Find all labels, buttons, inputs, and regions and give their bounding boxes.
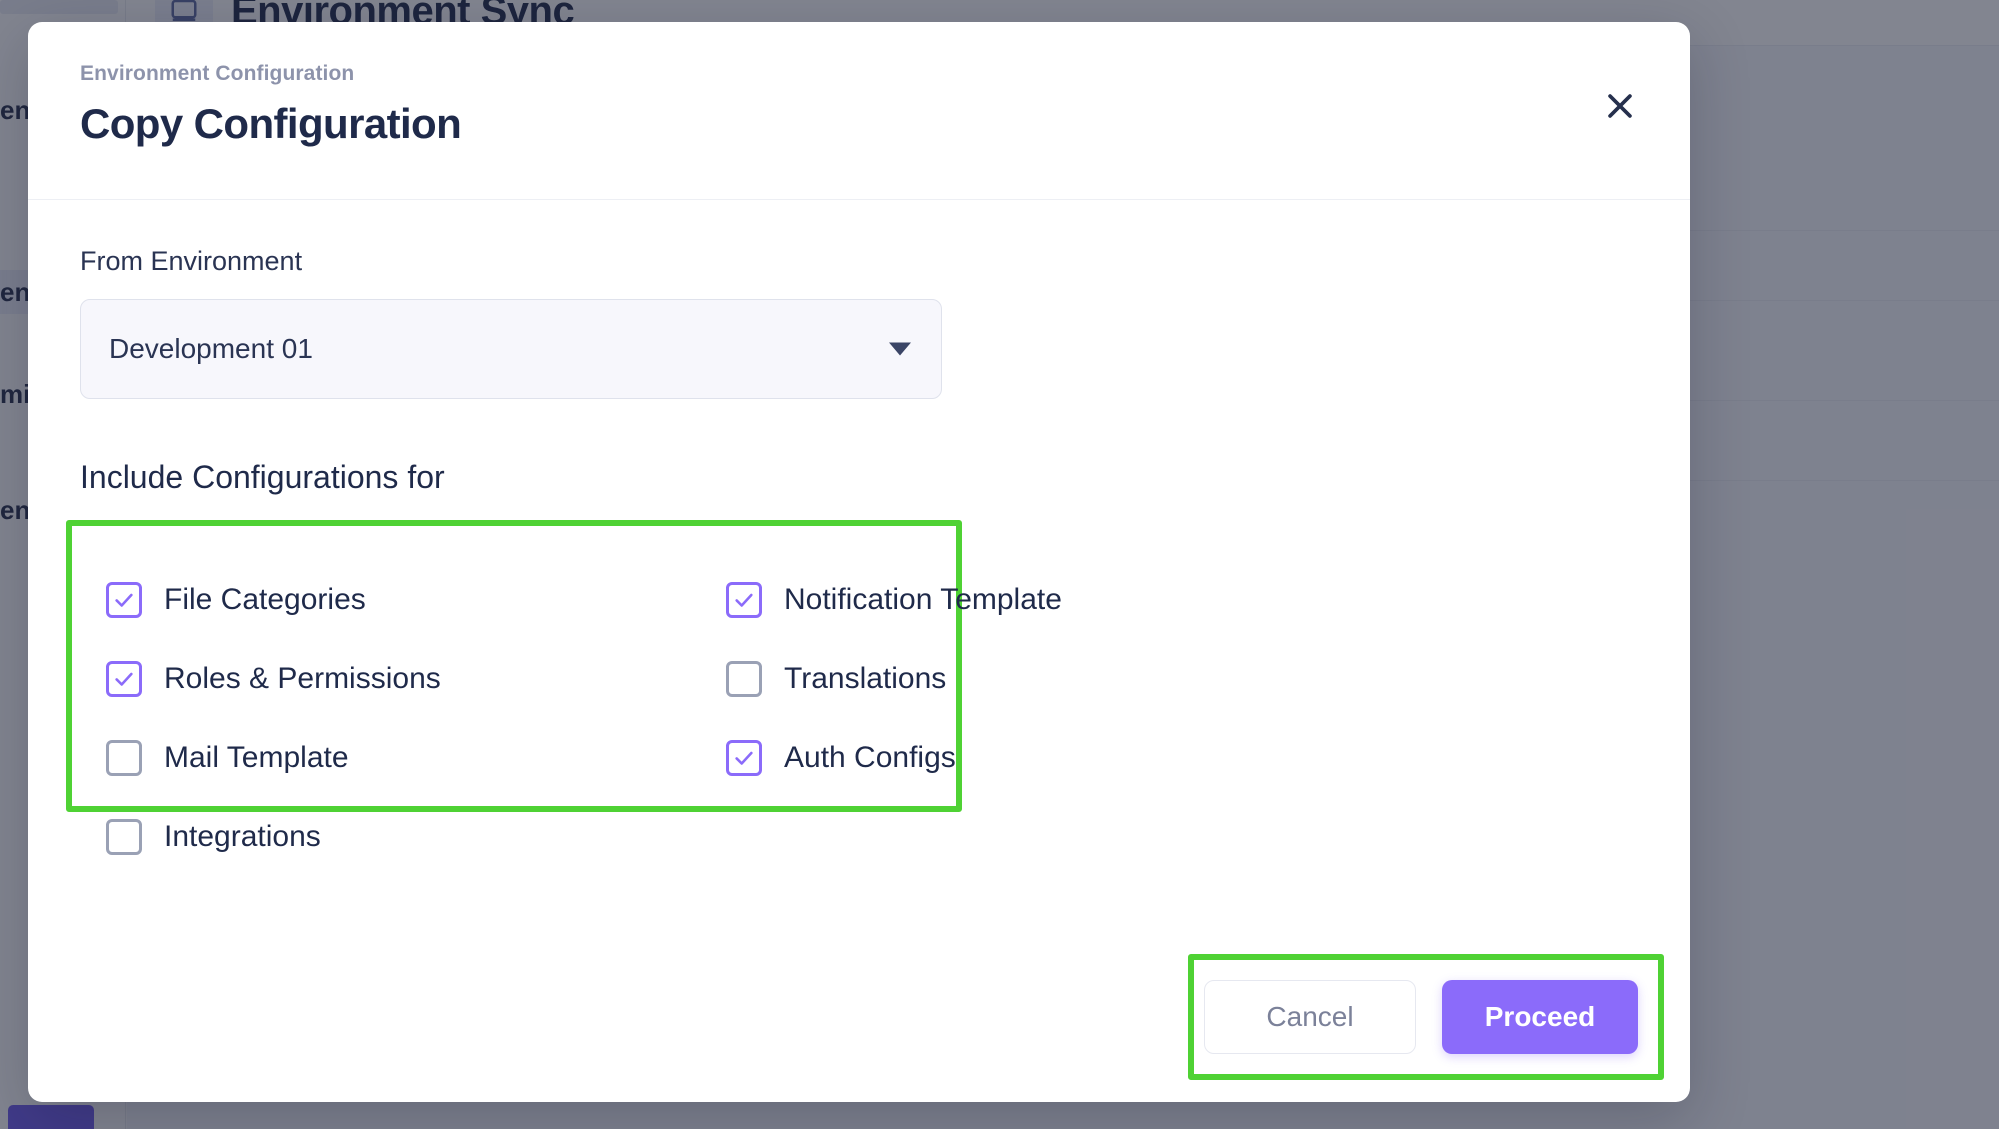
from-environment-selected-value: Development 01	[109, 333, 313, 364]
close-icon[interactable]	[1596, 82, 1644, 130]
checkbox-label: File Categories	[164, 582, 366, 616]
modal-body: From Environment Development 01 Include …	[28, 200, 1690, 906]
checkbox-file-categories[interactable]: File Categories	[106, 560, 726, 639]
checkbox-label: Mail Template	[164, 740, 349, 774]
modal-footer: Cancel Proceed	[28, 932, 1690, 1102]
checkbox-icon	[106, 818, 142, 855]
modal-eyebrow-label: Environment Configuration	[80, 62, 355, 85]
modal-title: Copy Configuration	[80, 100, 462, 147]
checkbox-icon	[726, 739, 762, 776]
from-environment-label: From Environment	[80, 246, 303, 276]
modal-header: Environment Configuration Copy Configura…	[28, 22, 1690, 200]
from-environment-select[interactable]: Development 01	[80, 299, 942, 399]
checkbox-notification-template[interactable]: Notification Template	[726, 560, 1612, 639]
checkbox-auth-configs[interactable]: Auth Configs	[726, 718, 1612, 797]
checkbox-icon	[106, 581, 142, 618]
checkbox-label: Notification Template	[784, 582, 1062, 616]
checkbox-translations[interactable]: Translations	[726, 639, 1612, 718]
include-configurations-checkbox-group: File Categories Notification Template Ro…	[80, 530, 1638, 906]
cancel-button[interactable]: Cancel	[1204, 980, 1416, 1054]
checkbox-label: Roles & Permissions	[164, 661, 441, 695]
checkbox-mail-template[interactable]: Mail Template	[106, 718, 726, 797]
include-configurations-title: Include Configurations for	[80, 459, 445, 495]
checkbox-label: Auth Configs	[784, 740, 956, 774]
proceed-button[interactable]: Proceed	[1442, 980, 1638, 1054]
checkbox-integrations[interactable]: Integrations	[106, 797, 726, 876]
checkbox-roles-permissions[interactable]: Roles & Permissions	[106, 639, 726, 718]
checkbox-label: Integrations	[164, 819, 321, 853]
checkbox-icon	[726, 660, 762, 697]
checkbox-label: Translations	[784, 661, 947, 695]
checkbox-icon	[106, 660, 142, 697]
checkbox-icon	[106, 739, 142, 776]
checkbox-icon	[726, 581, 762, 618]
copy-configuration-modal: Environment Configuration Copy Configura…	[28, 22, 1690, 1102]
checkbox-grid-spacer	[726, 797, 1612, 876]
chevron-down-icon	[889, 342, 911, 356]
